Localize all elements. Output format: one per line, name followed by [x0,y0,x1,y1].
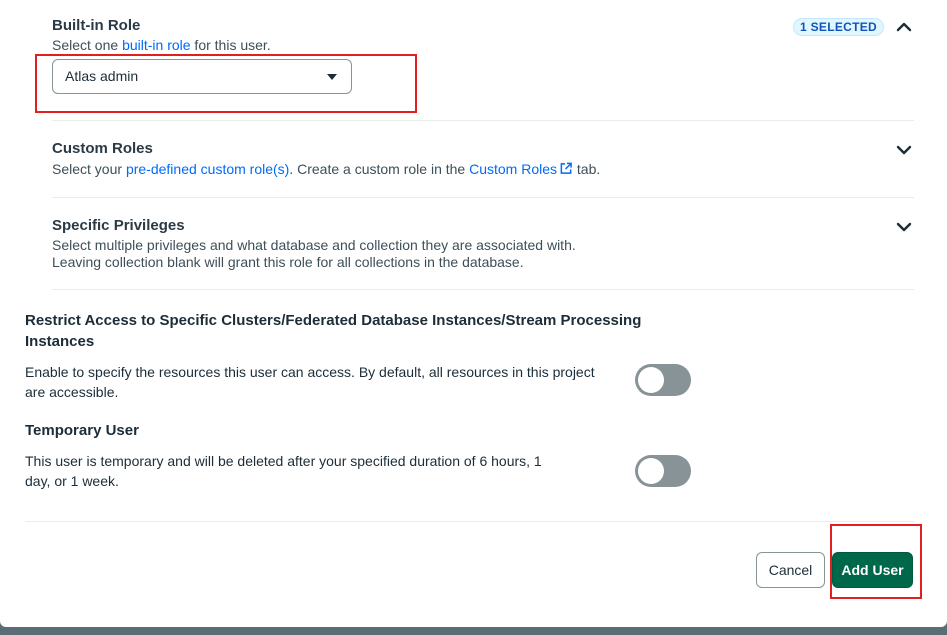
builtin-role-section: Built-in Role Select one built-in role f… [52,17,914,54]
chevron-up-icon[interactable] [894,17,914,37]
specific-privileges-desc-line1: Select multiple privileges and what data… [52,237,576,253]
toggle-knob [638,458,664,484]
temporary-user-desc-line2: day, or 1 week. [25,473,119,489]
divider [52,197,914,198]
caret-down-icon [327,74,337,80]
temporary-user-toggle[interactable] [635,455,691,487]
builtin-role-link[interactable]: built-in role [122,37,190,53]
add-user-dialog: Built-in Role Select one built-in role f… [0,0,947,627]
builtin-role-description: Select one built-in role for this user. [52,37,914,54]
restrict-access-title: Restrict Access to Specific Clusters/Fed… [25,310,641,352]
builtin-role-title: Built-in Role [52,17,141,34]
temporary-user-description: This user is temporary and will be delet… [25,451,542,491]
chevron-down-icon[interactable] [894,217,914,237]
add-user-button[interactable]: Add User [832,552,913,588]
toggle-knob [638,367,664,393]
custom-roles-link[interactable]: pre-defined custom role(s) [126,161,289,177]
cancel-button[interactable]: Cancel [756,552,825,588]
builtin-role-select[interactable]: Atlas admin [52,59,352,94]
restrict-access-title-line1: Restrict Access to Specific Clusters/Fed… [25,312,642,329]
builtin-role-desc-prefix: Select one [52,37,123,53]
custom-roles-desc-suffix: tab. [573,161,601,177]
specific-privileges-section: Specific Privileges Select multiple priv… [52,217,914,271]
restrict-access-description: Enable to specify the resources this use… [25,362,595,402]
restrict-access-toggle[interactable] [635,364,691,396]
specific-privileges-title: Specific Privileges [52,217,185,234]
chevron-down-icon[interactable] [894,140,914,160]
builtin-role-desc-suffix: for this user. [190,37,271,53]
restrict-access-desc-line1: Enable to specify the resources this use… [25,364,595,380]
custom-roles-title: Custom Roles [52,140,153,157]
footer-divider [25,521,914,522]
restrict-access-desc-line2: are accessible. [25,384,119,400]
custom-roles-tab-link-label: Custom Roles [469,161,558,177]
custom-roles-tab-link[interactable]: Custom Roles [469,161,573,177]
custom-roles-desc-middle: . Create a custom role in the [289,161,470,177]
temporary-user-title: Temporary User [25,422,139,439]
divider [52,289,914,290]
specific-privileges-desc-line2: Leaving collection blank will grant this… [52,254,524,270]
external-link-icon [560,162,572,174]
selected-count-badge: 1 SELECTED [793,18,885,36]
temporary-user-desc-line1: This user is temporary and will be delet… [25,453,542,469]
custom-roles-desc-prefix: Select your [52,161,126,177]
restrict-access-title-line2: Instances [25,333,95,350]
builtin-role-select-value: Atlas admin [65,68,139,84]
divider [52,120,914,121]
custom-roles-description: Select your pre-defined custom role(s). … [52,161,914,178]
custom-roles-section: Custom Roles Select your pre-defined cus… [52,140,914,178]
